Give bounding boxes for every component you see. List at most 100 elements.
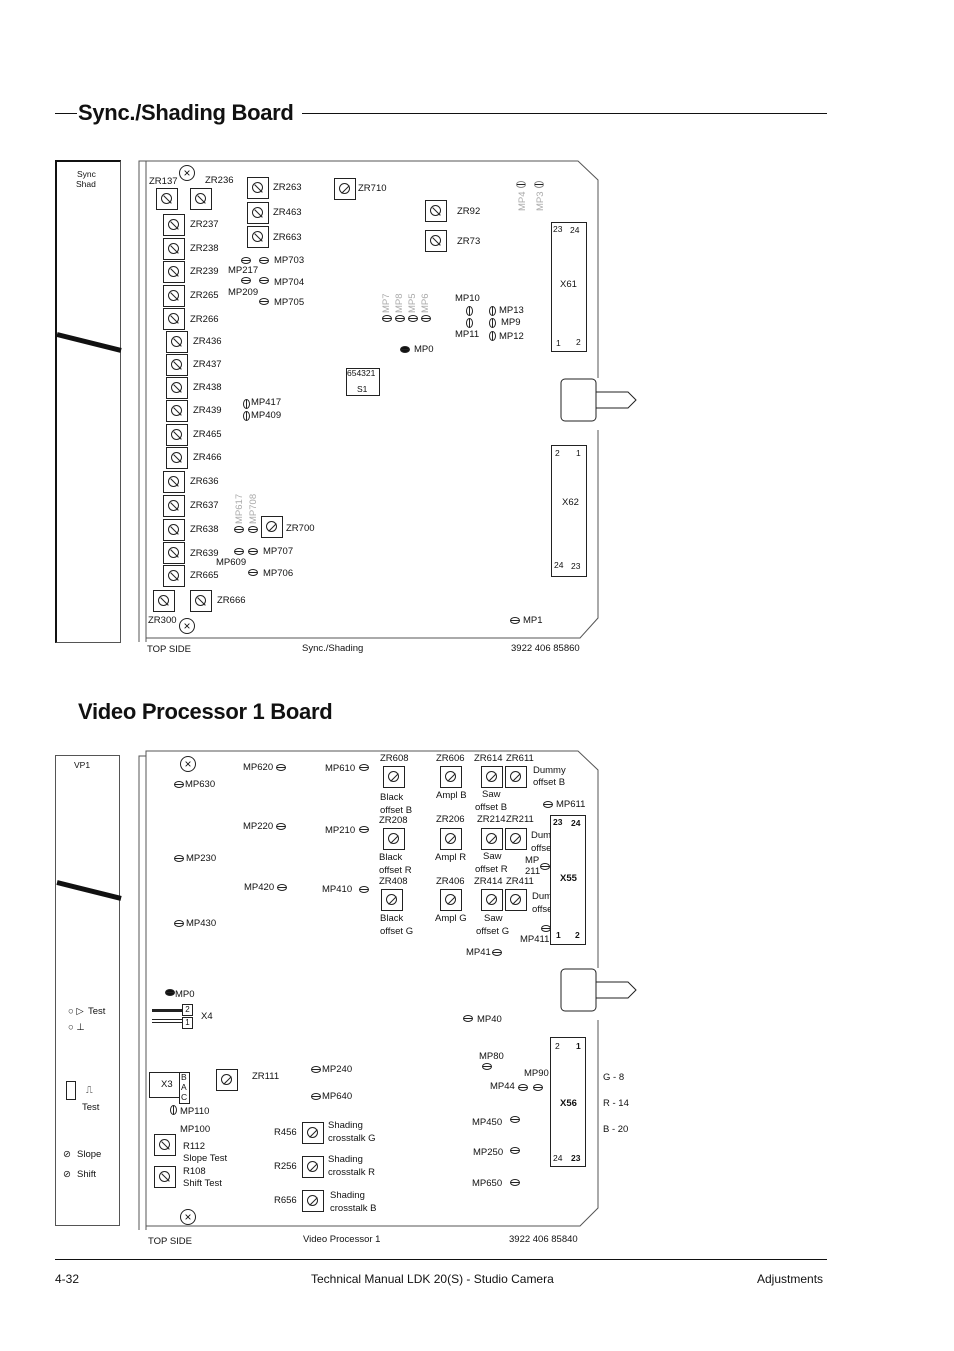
test-point-icon[interactable] — [540, 863, 550, 870]
pot-zr439[interactable] — [166, 400, 188, 422]
pot-zr92[interactable] — [425, 200, 447, 222]
test-point-icon[interactable] — [482, 1063, 492, 1070]
test-point-icon[interactable] — [248, 569, 258, 576]
pot-zr73[interactable] — [425, 230, 447, 252]
test-point-icon[interactable] — [395, 315, 405, 322]
test-point-icon[interactable] — [533, 1084, 543, 1091]
pot-zr214[interactable] — [481, 828, 503, 850]
pot-zr636[interactable] — [163, 471, 185, 493]
pot-zr438[interactable] — [166, 377, 188, 399]
pot-zr406[interactable] — [440, 889, 462, 911]
test-point-icon[interactable] — [359, 826, 369, 833]
pot-zr608[interactable] — [383, 766, 405, 788]
test-led-indicator: ○ ▷ — [68, 1006, 84, 1017]
test-point-icon[interactable] — [489, 331, 496, 341]
test-point-icon[interactable] — [243, 399, 250, 409]
pot-r456[interactable] — [302, 1122, 324, 1144]
test-point-icon[interactable] — [510, 617, 520, 624]
test-point-icon[interactable] — [170, 1105, 177, 1115]
test-point-icon[interactable] — [382, 315, 392, 322]
pot-zr266[interactable] — [163, 308, 185, 330]
shift-knob-icon[interactable]: ⊘ — [63, 1169, 71, 1180]
test-point-icon[interactable] — [311, 1066, 321, 1073]
pot-zr666[interactable] — [190, 590, 212, 612]
test-point-icon[interactable] — [276, 764, 286, 771]
test-point-icon[interactable] — [463, 1015, 473, 1022]
pot-zr211[interactable] — [505, 828, 527, 850]
test-point-icon[interactable] — [243, 411, 250, 421]
test-point-icon[interactable] — [234, 548, 244, 555]
pot-zr463[interactable] — [247, 202, 269, 224]
test-point-icon[interactable] — [534, 181, 544, 188]
pot-zr606[interactable] — [440, 766, 462, 788]
pot-zr111[interactable] — [216, 1069, 238, 1091]
test-point-icon[interactable] — [248, 526, 258, 533]
test-point-icon[interactable] — [174, 781, 184, 788]
test-point-icon[interactable] — [241, 277, 251, 284]
pot-zr638[interactable] — [163, 519, 185, 541]
pot-zr639[interactable] — [163, 542, 185, 564]
test-point-icon[interactable] — [516, 181, 526, 188]
pot-zr408[interactable] — [381, 889, 403, 911]
test-point-icon[interactable] — [518, 1084, 528, 1091]
pot-r656[interactable] — [302, 1190, 324, 1212]
test-point-icon[interactable] — [400, 346, 410, 353]
test-point-icon[interactable] — [543, 801, 553, 808]
pot-zr265[interactable] — [163, 285, 185, 307]
test-point-icon[interactable] — [174, 855, 184, 862]
pot-zr437[interactable] — [166, 354, 188, 376]
test-point-icon[interactable] — [311, 1093, 321, 1100]
test-point-icon[interactable] — [510, 1147, 520, 1154]
pot-zr411[interactable] — [505, 889, 527, 911]
pot-zr263[interactable] — [247, 177, 269, 199]
pot-zr710[interactable] — [334, 178, 356, 200]
pot-zr137[interactable] — [156, 188, 178, 210]
pot-zr663[interactable] — [247, 226, 269, 248]
test-point-icon[interactable] — [174, 920, 184, 927]
slope-knob-icon[interactable]: ⊘ — [63, 1149, 71, 1160]
pot-zr665[interactable] — [163, 565, 185, 587]
pot-zr300[interactable] — [153, 590, 175, 612]
pot-zr700[interactable] — [261, 516, 283, 538]
pot-zr466[interactable] — [166, 447, 188, 469]
pot-zr637[interactable] — [163, 495, 185, 517]
test-point-icon[interactable] — [359, 886, 369, 893]
test-point-icon[interactable] — [510, 1179, 520, 1186]
test-point-icon[interactable] — [234, 526, 244, 533]
pot-zr614[interactable] — [481, 766, 503, 788]
pot-zr436[interactable] — [166, 331, 188, 353]
pot-r108[interactable] — [154, 1166, 176, 1188]
pot-zr208[interactable] — [383, 828, 405, 850]
test-point-icon[interactable] — [466, 306, 473, 316]
pot-zr237[interactable] — [163, 214, 185, 236]
label-mp707: MP707 — [263, 546, 294, 557]
test-point-icon[interactable] — [421, 315, 431, 322]
test-point-icon[interactable] — [489, 306, 496, 316]
test-point-icon[interactable] — [276, 823, 286, 830]
pot-r112[interactable] — [154, 1134, 176, 1156]
test-point-icon[interactable] — [259, 277, 269, 284]
test-point-icon[interactable] — [259, 298, 269, 305]
test-point-icon[interactable] — [489, 318, 496, 328]
test-point-icon[interactable] — [277, 884, 287, 891]
test-point-icon[interactable] — [359, 764, 369, 771]
test-point-icon[interactable] — [165, 989, 175, 996]
pot-zr239[interactable] — [163, 261, 185, 283]
test-point-icon[interactable] — [466, 318, 473, 328]
pot-zr206[interactable] — [440, 828, 462, 850]
test-point-icon[interactable] — [510, 1116, 520, 1123]
pot-r256[interactable] — [302, 1156, 324, 1178]
test-point-icon[interactable] — [492, 949, 502, 956]
test-point-icon[interactable] — [259, 257, 269, 264]
label-r656: R656 — [274, 1195, 297, 1206]
test-point-icon[interactable] — [408, 315, 418, 322]
test-jumper[interactable] — [66, 1081, 76, 1100]
pot-zr414[interactable] — [481, 889, 503, 911]
test-point-icon[interactable] — [241, 257, 251, 264]
pot-zr238[interactable] — [163, 238, 185, 260]
pot-zr236[interactable] — [190, 188, 212, 210]
pot-zr611[interactable] — [505, 766, 527, 788]
sync-part-number: 3922 406 85860 — [511, 643, 580, 654]
pot-zr465[interactable] — [166, 424, 188, 446]
test-point-icon[interactable] — [248, 548, 258, 555]
